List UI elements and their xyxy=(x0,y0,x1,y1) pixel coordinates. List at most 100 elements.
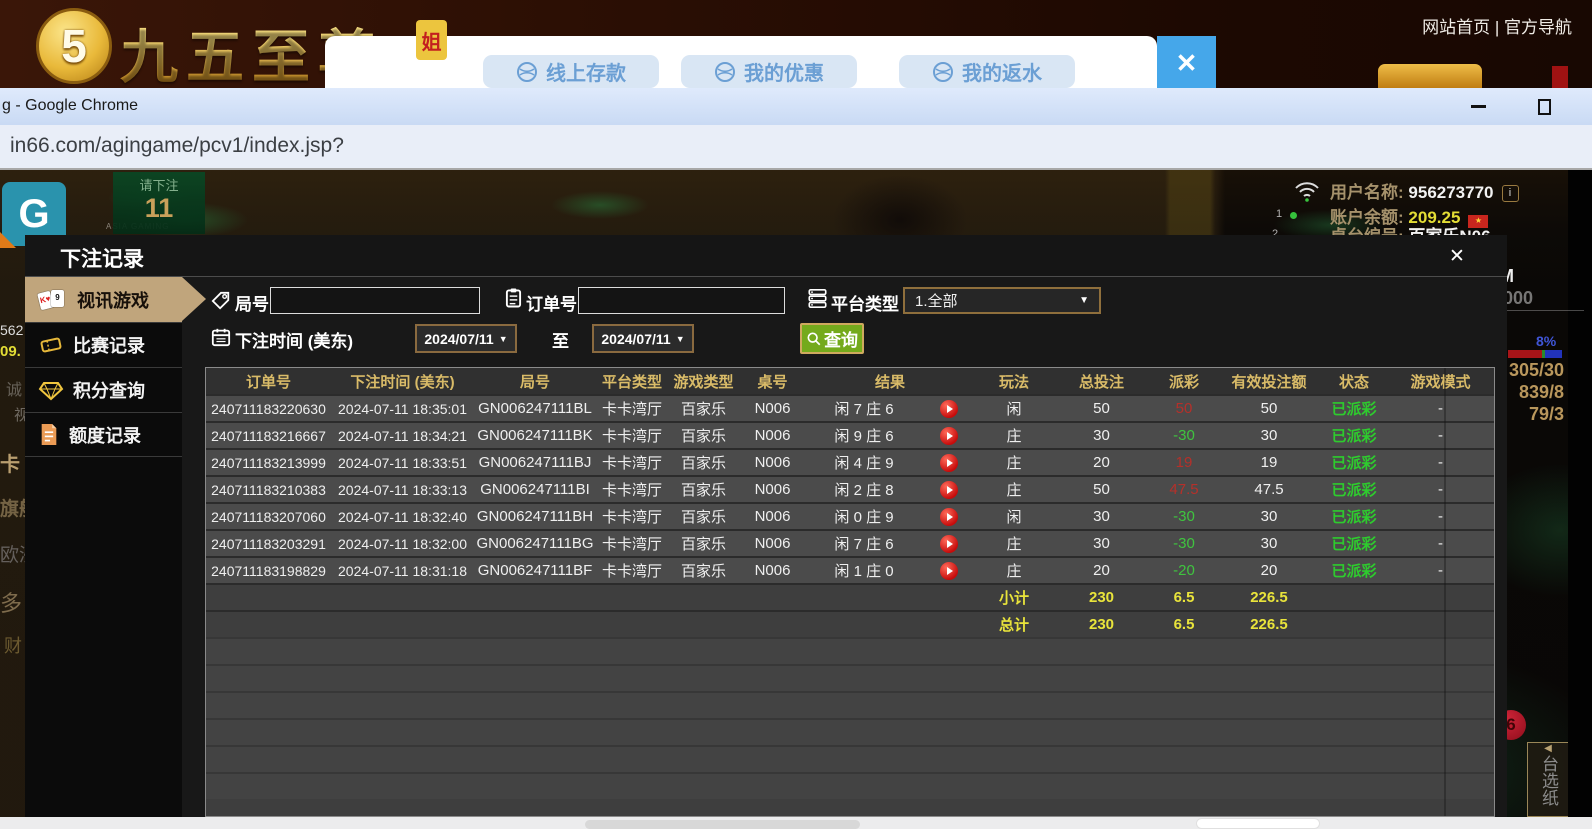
popup-tab-promo[interactable]: 我的优惠 xyxy=(681,55,857,88)
replay-button[interactable] xyxy=(940,508,958,526)
table-cell xyxy=(668,747,739,772)
table-cell: 玩法 xyxy=(974,368,1054,394)
table-cell: -30 xyxy=(1149,423,1219,448)
table-cell xyxy=(596,612,668,637)
table-cell: 2024-07-11 18:32:40 xyxy=(331,504,474,529)
table-cell: GN006247111BH xyxy=(474,504,596,529)
minimize-button[interactable] xyxy=(1455,88,1501,125)
table-cell xyxy=(1054,720,1149,745)
result-text: 闲 7 庄 6 xyxy=(834,533,893,554)
replay-button[interactable] xyxy=(940,481,958,499)
table-cell: 2024-07-11 18:35:01 xyxy=(331,396,474,421)
scrollbar-fragment[interactable] xyxy=(585,820,860,829)
table-cell xyxy=(474,747,596,772)
table-cell xyxy=(1149,774,1219,799)
table-cell: 卡卡湾厅 xyxy=(596,423,668,448)
table-cell: 已派彩 xyxy=(1319,450,1389,475)
table-select-side-tab[interactable]: ◀ 台选纸 xyxy=(1527,742,1568,817)
dialog-close-button[interactable]: ✕ xyxy=(1443,242,1471,270)
table-cell: 百家乐 xyxy=(668,450,739,475)
date-to-picker[interactable]: 2024/07/11 ▼ xyxy=(592,324,694,353)
result-text: 闲 0 庄 9 xyxy=(834,506,893,527)
table-cell: 局号 xyxy=(474,368,596,394)
table-row: 2407111832032912024-07-11 18:32:00GN0062… xyxy=(206,529,1494,556)
dialog-sidebar: K♥ 9 视讯游戏 比赛记录 积分查询 额度记录 xyxy=(25,277,182,817)
table-cell xyxy=(206,747,331,772)
table-filler-row xyxy=(206,637,1494,664)
left-fragment: 诚 xyxy=(6,376,22,400)
table-cell: N006 xyxy=(739,504,806,529)
table-cell xyxy=(806,585,974,610)
table-cell xyxy=(331,612,474,637)
table-cell xyxy=(806,612,974,637)
sidebar-item-video-games[interactable]: K♥ 9 视讯游戏 xyxy=(25,277,182,322)
round-number-label: 局号 xyxy=(235,290,269,315)
table-cell xyxy=(206,720,331,745)
order-number-input[interactable] xyxy=(578,287,785,314)
table-cell: 2024-07-11 18:33:13 xyxy=(331,477,474,502)
table-cell: N006 xyxy=(739,531,806,556)
table-cell: 6.5 xyxy=(1149,612,1219,637)
table-cell xyxy=(596,720,668,745)
info-icon[interactable]: i xyxy=(1502,185,1519,202)
search-icon xyxy=(806,331,821,346)
table-cell: 226.5 xyxy=(1219,585,1319,610)
table-cell: 6.5 xyxy=(1149,585,1219,610)
platform-type-select[interactable]: 1.全部 ▼ xyxy=(903,287,1101,314)
stat-bar xyxy=(1508,350,1562,358)
sidebar-item-match-records[interactable]: 比赛记录 xyxy=(25,322,182,367)
table-cell xyxy=(206,612,331,637)
table-cell: 30 xyxy=(1054,504,1149,529)
table-cell xyxy=(806,639,974,664)
table-cell: 百家乐 xyxy=(668,396,739,421)
table-cell: 百家乐 xyxy=(668,504,739,529)
left-fragment: 09. xyxy=(0,343,21,360)
search-button-label: 查询 xyxy=(824,326,858,351)
search-button[interactable]: 查询 xyxy=(800,323,864,354)
date-from-picker[interactable]: 2024/07/11 ▼ xyxy=(415,324,517,353)
sidebar-item-points-query[interactable]: 积分查询 xyxy=(25,367,182,412)
table-cell xyxy=(1389,639,1492,664)
platform-type-label: 平台类型 xyxy=(831,290,899,315)
replay-button[interactable] xyxy=(940,454,958,472)
replay-button[interactable] xyxy=(940,535,958,553)
table-cell: 230 xyxy=(1054,585,1149,610)
globe-icon xyxy=(516,61,538,83)
table-filler-row xyxy=(206,664,1494,691)
chevron-left-icon: ◀ xyxy=(1544,743,1552,755)
replay-button[interactable] xyxy=(940,427,958,445)
globe-icon xyxy=(714,61,736,83)
calendar-icon xyxy=(211,327,231,347)
table-cell xyxy=(474,585,596,610)
table-cell xyxy=(806,747,974,772)
table-cell xyxy=(1149,639,1219,664)
table-cell xyxy=(1219,639,1319,664)
table-cell: 闲 xyxy=(974,504,1054,529)
table-cell xyxy=(974,639,1054,664)
replay-button[interactable] xyxy=(940,562,958,580)
table-cell xyxy=(474,693,596,718)
table-cell: 派彩 xyxy=(1149,368,1219,394)
table-cell: 2024-07-11 18:31:18 xyxy=(331,558,474,583)
table-cell: 240711183203291 xyxy=(206,531,331,556)
table-cell: - xyxy=(1389,450,1492,475)
table-cell xyxy=(739,693,806,718)
login-button-fragment[interactable] xyxy=(1378,64,1482,88)
table-cell: GN006247111BL xyxy=(474,396,596,421)
table-cell: 庄 xyxy=(974,558,1054,583)
site-nav-links[interactable]: 网站首页 | 官方导航 xyxy=(1422,13,1572,38)
popup-tab-deposit[interactable]: 线上存款 xyxy=(483,55,659,88)
popup-tab-rebate[interactable]: 我的返水 xyxy=(899,55,1075,88)
chrome-address-bar[interactable]: in66.com/agingame/pcv1/index.jsp? xyxy=(0,125,1592,170)
table-cell: 游戏模式 xyxy=(1389,368,1492,394)
table-cell: 总计 xyxy=(974,612,1054,637)
table-cell: 240711183216667 xyxy=(206,423,331,448)
popup-close-button[interactable]: ✕ xyxy=(1157,36,1216,88)
maximize-button[interactable] xyxy=(1521,88,1567,125)
round-number-input[interactable] xyxy=(270,287,480,314)
replay-button[interactable] xyxy=(940,400,958,418)
table-cell xyxy=(668,720,739,745)
table-cell: 闲 1 庄 0 xyxy=(806,558,974,583)
table-cell: 百家乐 xyxy=(668,531,739,556)
sidebar-item-quota-records[interactable]: 额度记录 xyxy=(25,412,182,457)
